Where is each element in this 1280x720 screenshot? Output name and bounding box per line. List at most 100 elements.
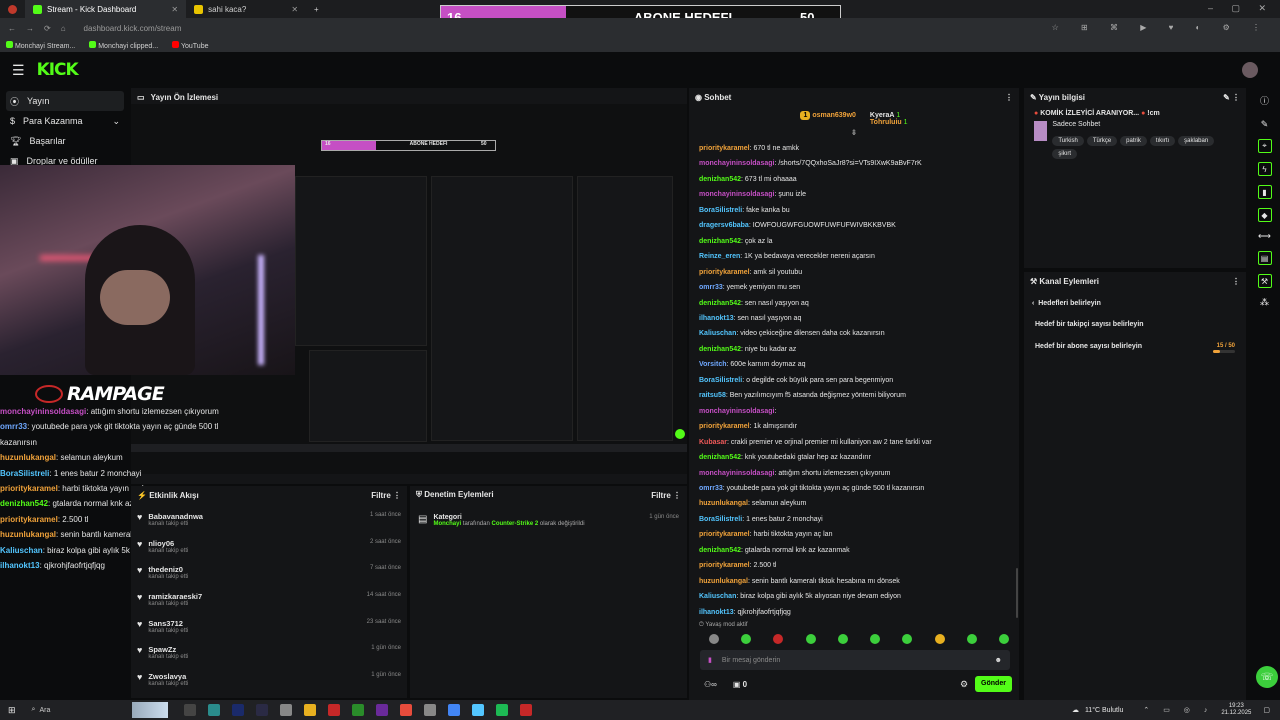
chat-username[interactable]: Reinze_eren	[699, 253, 740, 260]
browser-extension-icons[interactable]: ☆ ⊞ ⌘ ▶ ♥ ◐ ⚙ ⋮	[1052, 23, 1270, 32]
chat-message[interactable]: denizhan542: çok az la	[689, 234, 1019, 249]
chat-message[interactable]: BoraSilistreli: o degilde cok büyük para…	[689, 373, 1019, 388]
sidebar-item-para-kazanma[interactable]: $ Para Kazanma ⌄	[0, 111, 130, 131]
pin-icon[interactable]: ⇟	[689, 128, 1019, 137]
filter-button[interactable]: Filtre	[651, 491, 671, 500]
taskbar-app-icon[interactable]	[207, 704, 220, 716]
users-icon[interactable]: ⚇∞	[704, 680, 717, 689]
bookmark-item[interactable]: Monchayi clipped...	[89, 40, 158, 50]
chat-username[interactable]: monchayininsoldasagi	[699, 191, 774, 198]
activity-row[interactable]: ♥ ramizkaraeski7 kanalı takip etti 14 saat …	[131, 592, 407, 619]
sidebar-item-yayin[interactable]: ⦿ Yayın	[6, 91, 124, 111]
chat-message[interactable]: omrr33: yemek yemiyon mu sen	[689, 280, 1019, 295]
chat-message[interactable]: ilhanokt13: sen nasıl yaşıyon aq	[689, 311, 1019, 326]
moderation-category[interactable]: Counter-Strike 2	[492, 521, 539, 527]
chat-message[interactable]: monchayininsoldasagi:	[689, 404, 1019, 419]
kick-logo[interactable]: KICK	[37, 60, 79, 80]
activity-row[interactable]: ♥ Zwoslavya kanalı takip etti 1 gün önce	[131, 672, 407, 699]
chat-username[interactable]: BoraSilistreli	[699, 207, 742, 214]
taskbar-app-icon[interactable]	[303, 704, 316, 716]
rail-button[interactable]: ⚒	[1257, 274, 1272, 288]
chat-username[interactable]: prioritykaramel	[699, 562, 750, 569]
chat-message[interactable]: prioritykaramel: amk sil youtubu	[689, 265, 1019, 280]
chat-username[interactable]: monchayininsoldasagi	[699, 160, 774, 167]
activity-user[interactable]: nlioy06	[148, 539, 188, 548]
sidebar-item-basarilar[interactable]: 🏆︎ Başarılar	[0, 131, 130, 151]
chat-message[interactable]: Kaliuschan: biraz kolpa gibi aylık 5k al…	[689, 589, 1019, 604]
tab-stream[interactable]: Stream - Kick Dashboard ✕	[25, 0, 187, 18]
chat-message[interactable]: Kubasar: crakli premier ve orjinal premi…	[689, 435, 1019, 450]
chat-message[interactable]: denizhan542: 673 tl mi ohaaaa	[689, 172, 1019, 187]
chat-input[interactable]: ▮ Bir mesaj gönderin ☻	[700, 650, 1010, 670]
back-to-goals[interactable]: ‹ Hedefleri belirleyin	[1024, 290, 1246, 307]
emote-icon[interactable]	[837, 634, 848, 644]
chat-username[interactable]: monchayininsoldasagi	[699, 408, 774, 415]
notification-icon[interactable]: ▢	[1263, 706, 1270, 714]
close-tab-icon[interactable]: ✕	[171, 5, 178, 14]
activity-row[interactable]: ♥ Babavanadnwa kanalı takip etti 1 saat önc…	[131, 512, 407, 539]
chat-message[interactable]: prioritykaramel: 1k almışsındır	[689, 419, 1019, 434]
back-icon[interactable]: ←	[8, 24, 16, 33]
bookmark-item[interactable]: YouTube	[172, 40, 208, 50]
stream-tag[interactable]: patrik	[1120, 136, 1147, 146]
chat-username[interactable]: denizhan542	[699, 547, 741, 554]
taskbar-app-icon[interactable]	[351, 704, 364, 716]
info-icon[interactable]: ⓘ	[1249, 94, 1280, 107]
chat-message[interactable]: Kaliuschan: video çekiceğine dilensen da…	[689, 326, 1019, 341]
more-icon[interactable]: ⋮	[1005, 93, 1013, 102]
category-name[interactable]: Sadece Sohbet	[1052, 121, 1236, 128]
activity-row[interactable]: ♥ thedeniz0 kanalı takip etti 7 saat önce	[131, 565, 407, 592]
stream-tag[interactable]: tıkırtı	[1149, 136, 1176, 146]
chat-username[interactable]: raitsu58	[699, 392, 726, 399]
chat-username[interactable]: ilhanokt13	[699, 315, 734, 322]
tab-other[interactable]: sahi kaca? ✕	[186, 0, 306, 18]
taskbar-app-icon[interactable]	[375, 704, 388, 716]
taskbar-app-icon[interactable]	[279, 704, 292, 716]
chat-username[interactable]: monchayininsoldasagi	[699, 470, 774, 477]
chat-username[interactable]: prioritykaramel	[699, 423, 750, 430]
activity-row[interactable]: ♥ nlioy06 kanalı takip etti 2 saat önce	[131, 539, 407, 566]
chat-message[interactable]: denizhan542: sen nasıl yaşıyon aq	[689, 296, 1019, 311]
taskbar-app-icon[interactable]	[495, 704, 508, 716]
taskbar-app-icon[interactable]	[423, 704, 436, 716]
mic-icon[interactable]: ▮	[708, 656, 712, 664]
emote-icon[interactable]	[998, 634, 1009, 644]
chat-message[interactable]: monchayininsoldasagi: attığım shortu izl…	[689, 466, 1019, 481]
gifter[interactable]: 1 osman639w0	[800, 111, 856, 126]
edit-icon[interactable]: ✎	[1223, 93, 1230, 102]
activity-user[interactable]: Sans3712	[148, 619, 188, 628]
reload-icon[interactable]: ⟳	[44, 24, 51, 33]
follower-goal-button[interactable]: Hedef bir takipçi sayısı belirleyin	[1024, 307, 1246, 328]
chat-message[interactable]: huzunlukangal: senin bantlı kameralı tik…	[689, 574, 1019, 589]
more-icon[interactable]: ⋮	[1232, 277, 1240, 286]
chat-username[interactable]: Kaliuschan	[699, 330, 736, 337]
chat-username[interactable]: prioritykaramel	[699, 531, 750, 538]
emote-icon[interactable]	[741, 634, 752, 644]
emote-icon[interactable]	[902, 634, 913, 644]
chat-message[interactable]: huzunlukangal: selamun aleykum	[689, 496, 1019, 511]
help-chat-icon[interactable]: ☏	[1256, 666, 1278, 688]
chat-message[interactable]: prioritykaramel: harbi tiktokta yayın aç…	[689, 527, 1019, 542]
clock[interactable]: 19:23 21.12.2025	[1221, 703, 1251, 717]
taskbar-app-icon[interactable]	[447, 704, 460, 716]
chat-username[interactable]: BoraSilistreli	[699, 516, 742, 523]
rail-button[interactable]: ⌖	[1257, 139, 1272, 153]
forward-icon[interactable]: →	[26, 24, 34, 33]
activity-user[interactable]: SpawZz	[148, 645, 188, 654]
gift-icon[interactable]: ▣	[733, 680, 741, 689]
taskbar-app-icon[interactable]	[519, 704, 532, 716]
window-controls[interactable]: – ▢ ✕	[1208, 3, 1274, 14]
emote-icon[interactable]	[709, 634, 719, 644]
taskbar-app-icon[interactable]	[255, 704, 268, 716]
emoji-icon[interactable]: ☻	[995, 657, 1002, 664]
chat-username[interactable]: Kaliuschan	[699, 593, 736, 600]
emote-icon[interactable]	[773, 634, 784, 644]
chat-username[interactable]: BoraSilistreli	[699, 377, 742, 384]
chat-message[interactable]: BoraSilistreli: fake kanka bu	[689, 203, 1019, 218]
chat-username[interactable]: denizhan542	[699, 346, 741, 353]
emote-icon[interactable]	[966, 634, 977, 644]
rail-button[interactable]: ◆	[1257, 208, 1272, 222]
activity-row[interactable]: ♥ SpawZz kanalı takip etti 1 gün önce	[131, 645, 407, 672]
chat-username[interactable]: Kubasar	[699, 439, 727, 446]
emote-icon[interactable]	[805, 634, 816, 644]
